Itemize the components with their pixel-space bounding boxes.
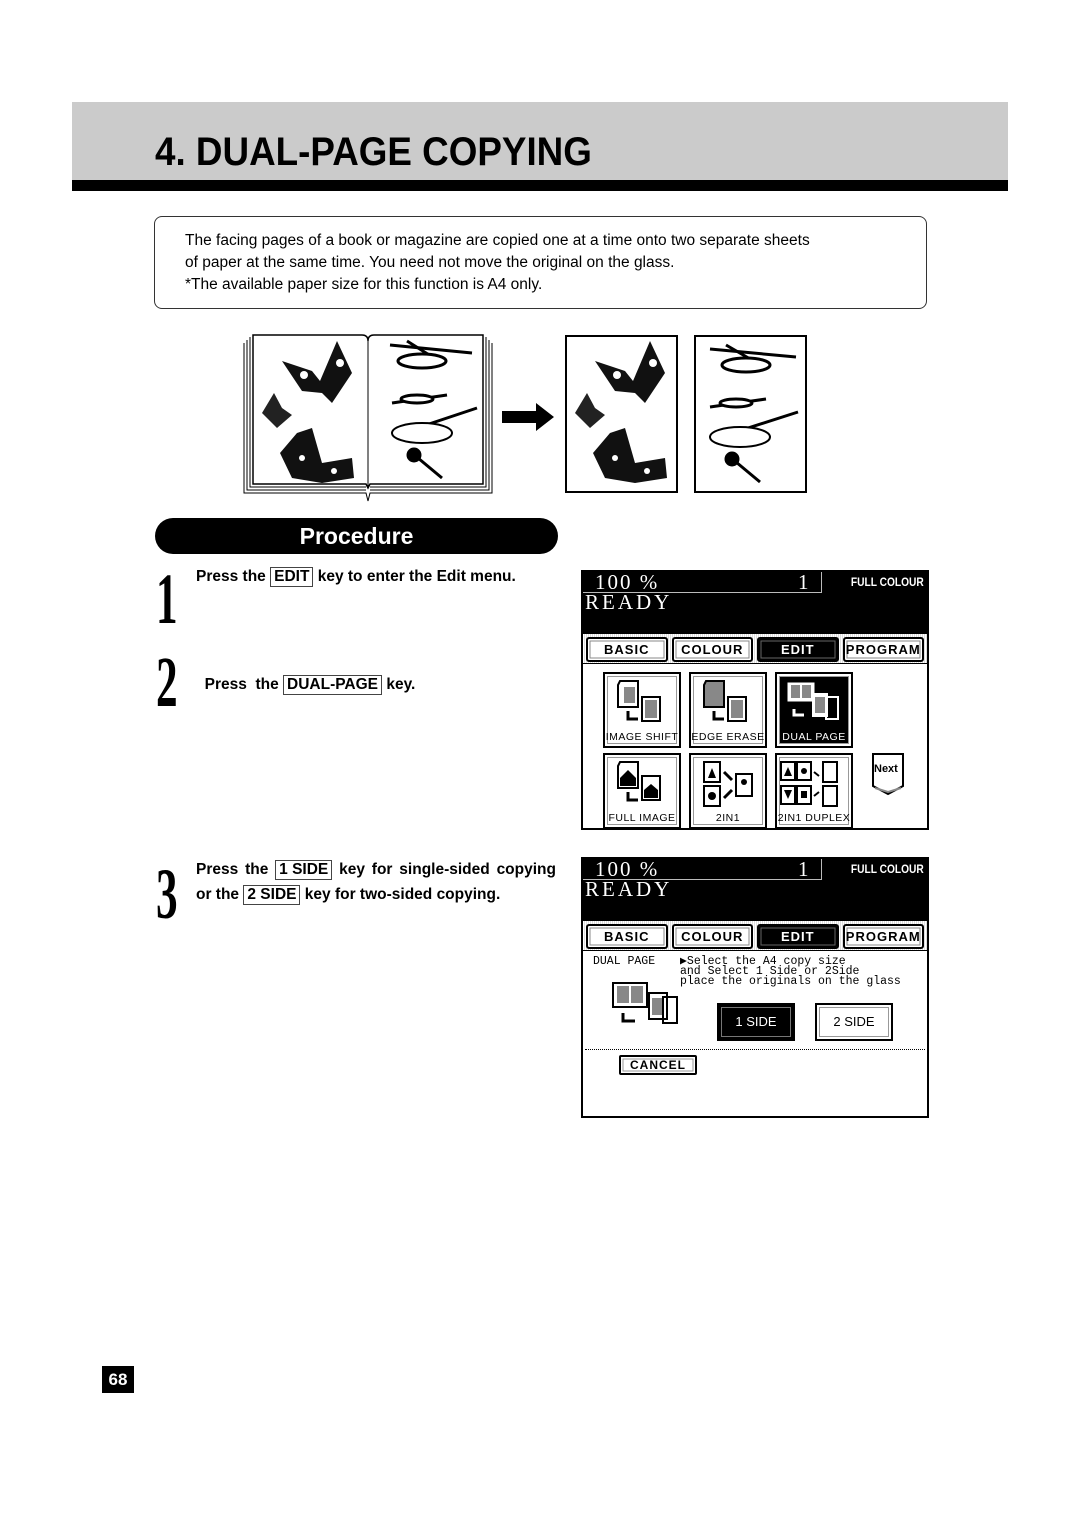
butterfly-icon [575,341,667,483]
image-shift-button[interactable]: IMAGE SHIFT [603,672,681,748]
dragonfly-icon [709,343,799,484]
one-side-key-label: 1 SIDE [275,860,333,880]
full-image-button[interactable]: FULL IMAGE [603,753,681,829]
edit-key-label: EDIT [270,567,314,587]
step-text: key to enter the Edit menu. [313,568,516,585]
copy-count: 1 [798,857,809,881]
output-sheet-butterflies [565,335,678,493]
edge-erase-button[interactable]: EDGE ERASE [689,672,767,748]
step-instruction: Press the DUAL-PAGE key. [196,647,415,697]
step-text: Press the [204,676,284,693]
menu-tabs: BASIC COLOUR EDIT PROGRAM [583,921,927,951]
step-text: key. [382,676,416,693]
dual-page-icon [787,682,839,720]
function-label: EDGE ERASE [691,731,765,743]
tab-edit[interactable]: EDIT [757,637,839,662]
next-label: Next [874,763,898,775]
dual-page-settings: DUAL PAGE ▶Select the A4 copy size and S… [583,951,927,1101]
step-number: 2 [156,642,178,722]
intro-box: The facing pages of a book or magazine a… [154,216,927,309]
tab-basic[interactable]: BASIC [586,924,668,949]
instruction-message: ▶Select the A4 copy size and Select 1 Si… [680,955,901,988]
color-mode: FULL COLOUR [851,575,924,589]
tab-edit[interactable]: EDIT [757,924,839,949]
two-in-one-icon [703,761,753,807]
output-sheet-dragonflies [694,335,807,493]
page-number: 68 [102,1366,134,1393]
step-text: key for two-sided copying. [300,886,501,903]
copy-count: 1 [798,570,809,594]
one-side-button[interactable]: 1 SIDE [717,1003,795,1041]
two-side-button[interactable]: 2 SIDE [815,1003,893,1041]
cancel-button[interactable]: CANCEL [619,1055,697,1075]
function-label: FULL IMAGE [608,812,676,824]
intro-line: of paper at the same time. You need not … [185,254,675,271]
header-rule [72,180,1008,191]
tab-basic[interactable]: BASIC [586,637,668,662]
step-text: Press the [196,861,276,878]
dual-page-key-label: DUAL-PAGE [283,675,383,695]
procedure-heading: Procedure [155,518,558,554]
step-instruction: Press the EDIT key to enter the Edit men… [196,564,516,589]
divider [585,1049,925,1050]
image-shift-icon [617,680,661,722]
step-number: 1 [156,559,178,639]
tab-colour[interactable]: COLOUR [671,637,753,662]
function-label: 2IN1 DUPLEX [777,812,851,824]
mode-title: DUAL PAGE [593,955,656,968]
dual-page-icon [612,982,678,1024]
function-label: DUAL PAGE [782,731,846,743]
dual-page-button[interactable]: DUAL PAGE [775,672,853,748]
copier-screen-edit-menu: 100 % 1 FULL COLOUR READY BASIC COLOUR E… [581,570,929,830]
open-book-icon [243,334,493,502]
status-display: 100 % 1 FULL COLOUR READY [583,570,927,634]
function-grid: IMAGE SHIFT EDGE ERASE DUAL PAGE FULL IM… [583,664,927,829]
step-text: Press the [196,568,271,585]
status-message: READY [585,877,673,901]
tab-program[interactable]: PROGRAM [842,637,924,662]
status-display: 100 % 1 FULL COLOUR READY [583,857,927,921]
next-page-button[interactable]: Next [871,752,905,796]
tab-program[interactable]: PROGRAM [842,924,924,949]
color-mode: FULL COLOUR [851,862,924,876]
edge-erase-icon [703,680,747,722]
two-in-one-duplex-button[interactable]: 2IN1 DUPLEX [775,753,853,829]
step-instruction: Press the 1 SIDE key for single-sided co… [196,857,556,907]
intro-note: *The available paper size for this funct… [185,276,543,293]
step-number: 3 [156,854,178,934]
menu-tabs: BASIC COLOUR EDIT PROGRAM [583,634,927,664]
intro-line: The facing pages of a book or magazine a… [185,232,810,249]
full-image-icon [617,761,661,802]
page-title: 4. DUAL-PAGE COPYING [155,130,592,174]
copier-screen-dual-page: 100 % 1 FULL COLOUR READY BASIC COLOUR E… [581,857,929,1118]
arrow-right-icon [502,403,554,431]
two-side-key-label: 2 SIDE [243,885,301,905]
status-message: READY [585,590,673,614]
two-in-one-duplex-icon [780,761,838,807]
function-label: IMAGE SHIFT [605,731,679,743]
function-label: 2IN1 [715,812,741,824]
two-in-one-button[interactable]: 2IN1 [689,753,767,829]
tab-colour[interactable]: COLOUR [671,924,753,949]
